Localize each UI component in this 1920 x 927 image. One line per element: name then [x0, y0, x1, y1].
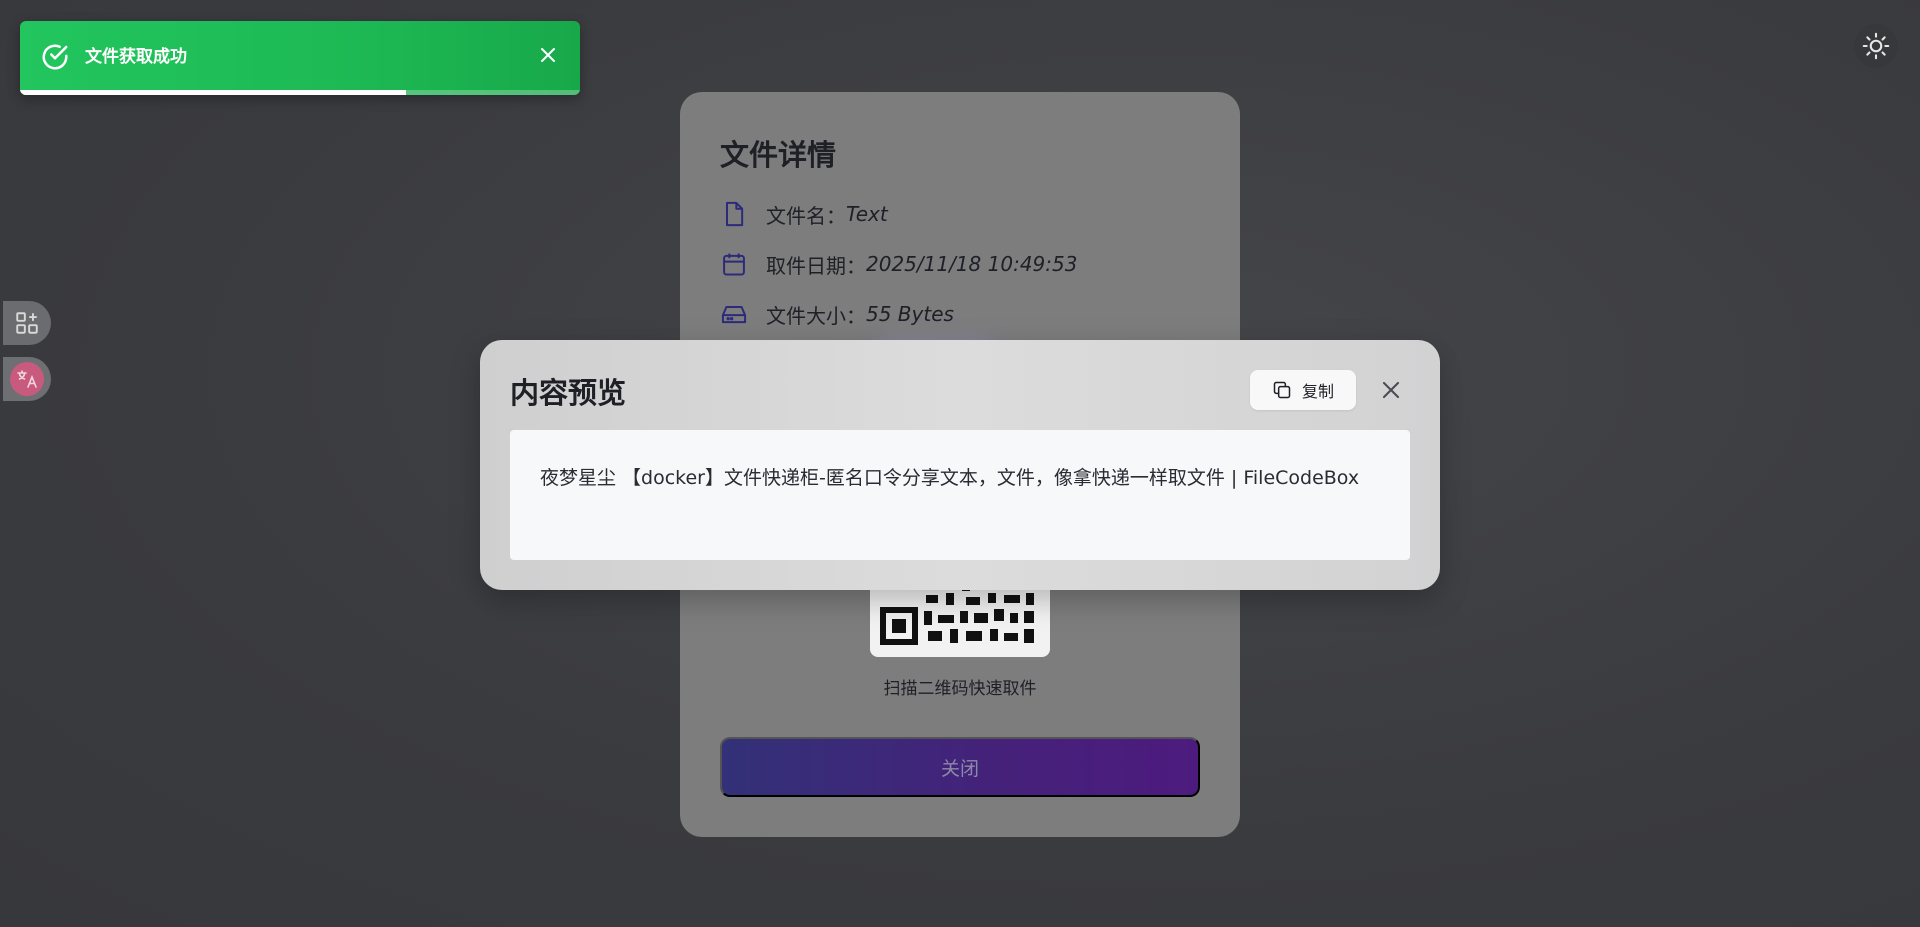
preview-text: 夜梦星尘 【docker】文件快递柜-匿名口令分享文本，文件，像拿快递一样取文件…: [540, 467, 1360, 489]
toast-progress-fill: [20, 90, 407, 95]
success-toast: 文件获取成功: [20, 21, 580, 95]
modal-title: 内容预览: [510, 376, 627, 410]
theme-toggle-button[interactable]: [1854, 24, 1898, 68]
preview-content: 夜梦星尘 【docker】文件快递柜-匿名口令分享文本，文件，像拿快递一样取文件…: [510, 430, 1410, 560]
file-size-row: 文件大小： 55 Bytes: [720, 298, 954, 330]
pickup-date-value: 2025/11/18 10:49:53: [866, 252, 1078, 276]
toast-message: 文件获取成功: [85, 47, 187, 67]
translate-icon: [10, 362, 44, 396]
modal-close-icon[interactable]: [1377, 376, 1405, 404]
sun-icon: [1862, 32, 1890, 60]
file-size-value: 55 Bytes: [866, 302, 954, 326]
calendar-icon: [723, 253, 745, 276]
file-icon: [726, 201, 744, 227]
detail-title: 文件详情: [720, 138, 837, 172]
hard-drive-icon: [721, 306, 747, 324]
qr-caption: 扫描二维码快速取件: [883, 679, 1037, 699]
copy-button[interactable]: 复制: [1250, 370, 1356, 410]
check-circle-icon: [42, 44, 68, 70]
file-name-row: 文件名： Text: [720, 198, 888, 230]
copy-icon: [1273, 381, 1291, 399]
content-preview-modal: 内容预览 复制 夜梦星尘 【docker】文件快递柜-匿名口令分享文本，文件，像…: [480, 340, 1440, 590]
pickup-date-label: 取件日期：: [766, 253, 866, 278]
apps-add-icon: [16, 312, 38, 334]
close-button[interactable]: 关闭: [720, 737, 1200, 797]
toast-progress-track: [20, 90, 580, 95]
copy-label: 复制: [1301, 384, 1334, 401]
apps-button[interactable]: [3, 301, 51, 345]
toast-close-icon[interactable]: [536, 43, 560, 67]
file-size-label: 文件大小：: [766, 303, 866, 328]
translate-button[interactable]: [3, 357, 51, 401]
file-name-value: Text: [846, 202, 888, 226]
file-name-label: 文件名：: [766, 203, 846, 228]
pickup-date-row: 取件日期： 2025/11/18 10:49:53: [720, 248, 1077, 280]
